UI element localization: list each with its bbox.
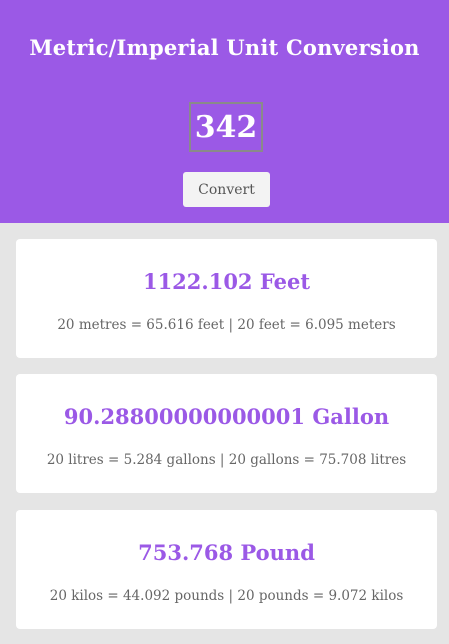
header: Metric/Imperial Unit Conversion Convert	[0, 0, 449, 223]
volume-result-value: 90.28800000000001 Gallon	[63, 404, 390, 429]
volume-formula: 20 litres = 5.284 gallons | 20 gallons =…	[46, 452, 407, 468]
convert-button[interactable]: Convert	[183, 172, 270, 207]
mass-result-value: 753.768 Pound	[138, 540, 315, 565]
mass-formula: 20 kilos = 44.092 pounds | 20 pounds = 9…	[49, 588, 404, 604]
length-result-card: 1122.102 Feet 20 metres = 65.616 feet | …	[16, 239, 437, 358]
volume-result-card: 90.28800000000001 Gallon 20 litres = 5.2…	[16, 374, 437, 493]
mass-result-card: 753.768 Pound 20 kilos = 44.092 pounds |…	[16, 510, 437, 629]
length-formula: 20 metres = 65.616 feet | 20 feet = 6.09…	[57, 317, 396, 333]
value-input[interactable]	[189, 102, 263, 152]
page-title: Metric/Imperial Unit Conversion	[29, 35, 420, 60]
length-result-value: 1122.102 Feet	[142, 269, 311, 294]
